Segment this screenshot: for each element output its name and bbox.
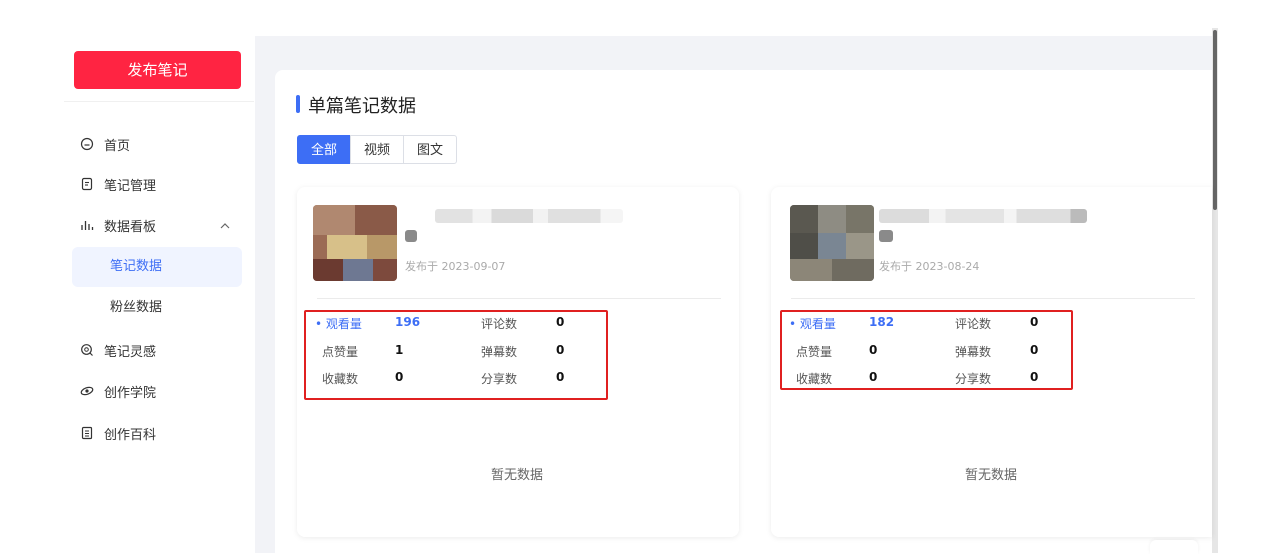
book-icon xyxy=(81,426,93,440)
sidebar-item-creator-academy[interactable]: 创作学院 xyxy=(80,379,156,403)
note-title-blurred xyxy=(405,230,417,242)
note-title-blurred xyxy=(435,209,623,223)
content-type-tabs: 全部 视频 图文 xyxy=(297,135,458,164)
sidebar-item-label: 数据看板 xyxy=(104,219,157,235)
views-value: 182 xyxy=(869,315,895,329)
academy-icon xyxy=(80,386,94,396)
sidebar-item-fans-data[interactable]: 粉丝数据 xyxy=(72,288,242,328)
sidebar-item-label: 笔记管理 xyxy=(104,178,157,194)
card-divider xyxy=(317,298,721,299)
sidebar-item-creator-wiki[interactable]: 创作百科 xyxy=(80,421,156,445)
publish-date: 发布于 2023-08-24 xyxy=(879,260,980,273)
likes-value: 1 xyxy=(395,343,404,357)
empty-state-text: 暂无数据 xyxy=(491,468,544,483)
comments-label: 评论数 xyxy=(481,317,518,331)
tab-video[interactable]: 视频 xyxy=(350,135,405,164)
danmu-label: 弹幕数 xyxy=(481,345,518,359)
floating-widget-edge[interactable] xyxy=(1150,540,1198,554)
bulb-icon xyxy=(81,344,93,356)
note-card[interactable]: 发布于 2023-08-24 • 观看量 182 评论数 0 点赞量 0 弹幕数… xyxy=(771,187,1212,537)
sidebar-item-note-data[interactable]: 笔记数据 xyxy=(72,247,242,287)
tab-image-text[interactable]: 图文 xyxy=(403,135,458,164)
views-label: • 观看量 xyxy=(789,317,836,331)
shares-label: 分享数 xyxy=(481,372,518,386)
empty-state-text: 暂无数据 xyxy=(965,468,1018,483)
comments-label: 评论数 xyxy=(955,317,992,331)
views-value: 196 xyxy=(395,315,421,329)
shares-label: 分享数 xyxy=(955,372,992,386)
note-title-blurred xyxy=(879,230,893,242)
note-thumbnail[interactable] xyxy=(313,205,397,281)
likes-label: 点赞量 xyxy=(796,345,833,359)
comments-value: 0 xyxy=(556,315,565,329)
bar-chart-icon xyxy=(81,221,94,230)
sidebar-item-note-inspiration[interactable]: 笔记灵感 xyxy=(80,338,156,362)
likes-label: 点赞量 xyxy=(322,345,359,359)
chevron-up-icon[interactable] xyxy=(218,219,232,233)
tab-all[interactable]: 全部 xyxy=(297,135,352,164)
publish-date: 发布于 2023-09-07 xyxy=(405,260,506,273)
card-divider xyxy=(791,298,1195,299)
note-thumbnail[interactable] xyxy=(790,205,874,281)
note-title-blurred xyxy=(879,209,1087,223)
sidebar-item-label: 创作百科 xyxy=(104,427,157,443)
note-icon xyxy=(81,177,93,191)
page-title: 单篇笔记数据 xyxy=(308,96,416,117)
shares-value: 0 xyxy=(556,370,565,384)
title-accent-bar xyxy=(296,95,300,113)
note-card[interactable]: 发布于 2023-09-07 • 观看量 196 评论数 0 点赞量 1 弹幕数… xyxy=(297,187,739,537)
sidebar-item-label: 首页 xyxy=(104,138,131,154)
sidebar-divider xyxy=(64,101,254,102)
sidebar: 发布笔记 首页 笔记管理 数据看板 笔记数据 粉丝数据 笔记灵感 创作学院 创作… xyxy=(64,36,254,553)
comments-value: 0 xyxy=(1030,315,1039,329)
home-icon xyxy=(80,137,94,151)
views-label: • 观看量 xyxy=(315,317,362,331)
saves-value: 0 xyxy=(395,370,404,384)
danmu-label: 弹幕数 xyxy=(955,345,992,359)
saves-label: 收藏数 xyxy=(796,372,833,386)
danmu-value: 0 xyxy=(1030,343,1039,357)
likes-value: 0 xyxy=(869,343,878,357)
sidebar-item-label: 笔记灵感 xyxy=(104,344,157,360)
danmu-value: 0 xyxy=(556,343,565,357)
sidebar-item-data-dashboard[interactable]: 数据看板 xyxy=(80,213,156,237)
scrollbar-thumb[interactable] xyxy=(1213,30,1217,210)
publish-note-button[interactable]: 发布笔记 xyxy=(74,51,241,89)
saves-label: 收藏数 xyxy=(322,372,359,386)
sidebar-item-home[interactable]: 首页 xyxy=(80,132,130,156)
sidebar-item-label: 创作学院 xyxy=(104,385,157,401)
sidebar-item-note-management[interactable]: 笔记管理 xyxy=(80,172,156,196)
saves-value: 0 xyxy=(869,370,878,384)
shares-value: 0 xyxy=(1030,370,1039,384)
